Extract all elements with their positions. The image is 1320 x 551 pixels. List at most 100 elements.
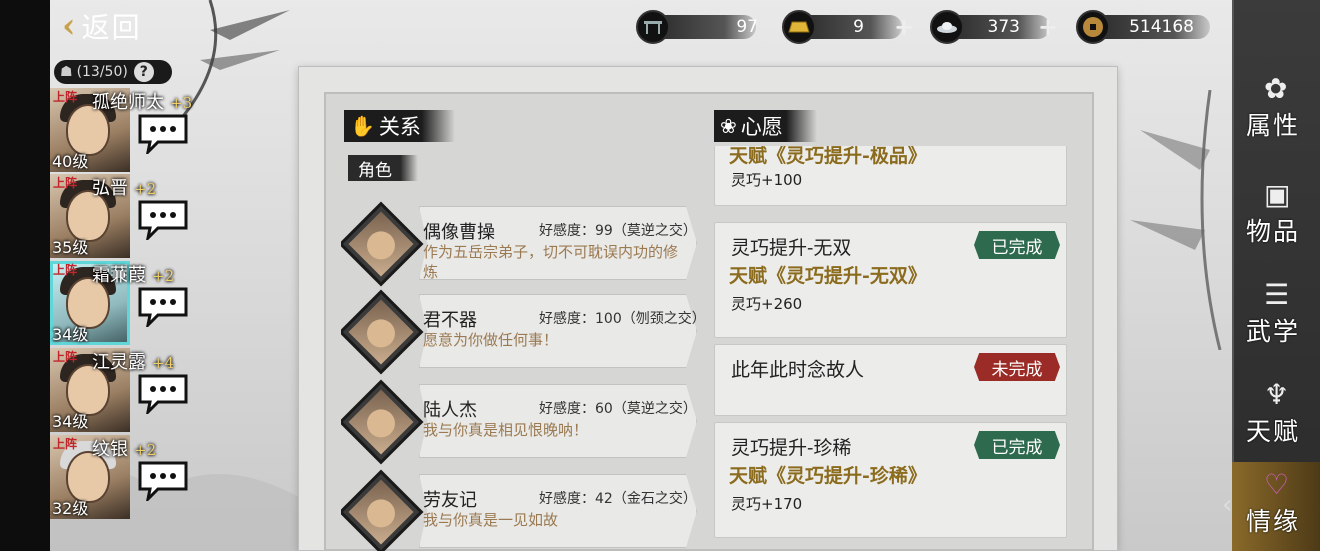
silver-ingot-icon	[930, 10, 964, 44]
menu-label: 物品	[1246, 217, 1301, 246]
onstage-tag: 上阵	[53, 176, 78, 190]
wish-card[interactable]: 灵巧提升-无双 已完成 天赋《灵巧提升-无双》 灵巧+260	[714, 222, 1067, 338]
copper-coin-icon	[1076, 10, 1110, 44]
hero-level: 35级	[52, 238, 89, 257]
chat-bubble-icon[interactable]	[136, 285, 190, 327]
wishes-list[interactable]: 天赋《灵巧提升-极品》 灵巧+100 灵巧提升-无双 已完成 天赋《灵巧提升-无…	[714, 146, 1067, 551]
hero-level: 34级	[52, 325, 89, 344]
relation-message: 我与你真是相见恨晚呐！	[423, 421, 589, 439]
role-tab-label: 角色	[358, 160, 392, 181]
resource-value: 9	[853, 17, 864, 37]
relations-title: 关系	[378, 115, 421, 139]
wish-title: 此年此时念故人	[731, 359, 865, 381]
resource-value: 514168	[1129, 17, 1194, 37]
roster-count-text: (13/50)	[76, 64, 128, 80]
back-button[interactable]: ‹ 返回	[62, 6, 172, 46]
relation-favor: 好感度：99（莫逆之交）	[539, 223, 697, 239]
wish-card[interactable]: 天赋《灵巧提升-极品》 灵巧+100	[714, 146, 1067, 206]
relation-card[interactable]: 偶像曹操 好感度：99（莫逆之交） 作为五岳宗弟子，切不可耽误内功的修炼	[341, 200, 705, 287]
resource-value: 97	[736, 17, 758, 37]
relation-message: 愿意为你做任何事！	[423, 331, 559, 349]
chat-bubble-icon[interactable]	[136, 198, 190, 240]
heart-icon: ♡	[1264, 468, 1290, 501]
wish-attribute: 灵巧+170	[731, 495, 803, 513]
chat-bubble-icon[interactable]	[136, 372, 190, 414]
relations-list[interactable]: 偶像曹操 好感度：99（莫逆之交） 作为五岳宗弟子，切不可耽误内功的修炼 君不器…	[341, 190, 705, 551]
add-silver-button[interactable]: +	[1038, 13, 1058, 41]
hero-level: 40级	[52, 152, 89, 171]
relation-name: 君不器	[423, 310, 477, 331]
status-badge: 未完成	[974, 353, 1060, 381]
menu-affinity[interactable]: ♡ 情缘	[1232, 462, 1320, 551]
menu-talents[interactable]: ♆ 天赋	[1232, 372, 1320, 458]
hero-name: 纹银 +2	[92, 439, 157, 460]
hero-level: 34级	[52, 412, 89, 431]
resource-tables: 97	[636, 10, 758, 44]
relation-card[interactable]: 陆人杰 好感度：60（莫逆之交） 我与你真是相见恨晚呐！	[341, 378, 705, 465]
group-icon: ☗	[60, 64, 73, 80]
wishes-title: 心愿	[740, 115, 783, 139]
menu-label: 情缘	[1246, 507, 1301, 536]
hero-level: 32级	[52, 499, 89, 518]
martial-book-icon: ☰	[1264, 278, 1290, 311]
help-icon[interactable]: ?	[133, 62, 154, 82]
item-box-icon: ▣	[1264, 178, 1291, 211]
relation-avatar	[341, 379, 424, 465]
handshake-icon: ✋	[350, 114, 375, 138]
relation-card[interactable]: 君不器 好感度：100（刎颈之交） 愿意为你做任何事！	[341, 288, 705, 375]
relation-card[interactable]: 劳友记 好感度：42（金石之交） 我与你真是一见如故	[341, 468, 705, 551]
wishes-header: ❀ 心愿	[714, 110, 817, 142]
menu-items[interactable]: ▣ 物品	[1232, 172, 1320, 258]
relation-name: 偶像曹操	[423, 222, 495, 243]
roster-count: ☗ (13/50) ?	[54, 60, 172, 84]
hero-card[interactable]: 上阵 孤绝师太 +3 40级	[50, 88, 195, 174]
table-icon	[636, 10, 670, 44]
hero-name: 孤绝师太 +3	[92, 92, 193, 113]
menu-martial-arts[interactable]: ☰ 武学	[1232, 272, 1320, 358]
attribute-icon: ✿	[1264, 72, 1288, 105]
wish-title: 灵巧提升-珍稀	[731, 437, 852, 459]
lotus-icon: ❀	[720, 114, 737, 138]
chat-bubble-icon[interactable]	[136, 112, 190, 154]
add-gold-button[interactable]: +	[894, 13, 914, 41]
menu-label: 天赋	[1246, 417, 1301, 446]
resource-silver: 373 +	[930, 10, 1070, 44]
onstage-tag: 上阵	[53, 437, 78, 451]
menu-label: 武学	[1246, 317, 1301, 346]
relation-avatar	[341, 289, 424, 375]
relations-header: ✋ 关系	[344, 110, 455, 142]
onstage-tag: 上阵	[53, 90, 78, 104]
ink-bamboo-decor-right	[1130, 90, 1222, 350]
relation-favor: 好感度：60（莫逆之交）	[539, 401, 697, 417]
wish-card[interactable]: 此年此时念故人 未完成	[714, 344, 1067, 416]
gold-bar-icon	[782, 10, 816, 44]
resource-value: 373	[987, 17, 1020, 37]
menu-attributes[interactable]: ✿ 属性	[1232, 66, 1320, 152]
hero-card[interactable]: 上阵 江灵露 +4 34级	[50, 348, 195, 434]
left-border-strip	[0, 0, 50, 551]
relation-name: 劳友记	[423, 490, 477, 511]
back-label: 返回	[81, 11, 142, 44]
status-badge: 已完成	[974, 231, 1060, 259]
wish-title: 灵巧提升-无双	[731, 237, 852, 259]
talent-icon: ♆	[1264, 378, 1290, 411]
chevron-left-icon: ‹	[1222, 490, 1233, 520]
chevron-left-icon: ‹	[62, 6, 76, 46]
wish-reward: 天赋《灵巧提升-珍稀》	[729, 465, 927, 487]
chat-bubble-icon[interactable]	[136, 459, 190, 501]
resource-gold: 9 +	[782, 10, 922, 44]
hero-card[interactable]: 上阵 纹银 +2 32级	[50, 435, 195, 521]
wish-attribute: 灵巧+100	[731, 171, 803, 189]
wish-attribute: 灵巧+260	[731, 295, 803, 313]
relation-message: 作为五岳宗弟子，切不可耽误内功的修炼	[423, 243, 679, 281]
role-tab[interactable]: 角色	[348, 155, 418, 181]
hero-card-selected[interactable]: 上阵 霜蒹葭 +2 34级	[50, 261, 195, 347]
hero-name: 弘晋 +2	[92, 178, 157, 199]
relation-avatar	[341, 201, 424, 287]
hero-card[interactable]: 上阵 弘晋 +2 35级	[50, 174, 195, 260]
wish-reward: 天赋《灵巧提升-极品》	[729, 146, 927, 167]
wish-card[interactable]: 灵巧提升-珍稀 已完成 天赋《灵巧提升-珍稀》 灵巧+170	[714, 422, 1067, 538]
relation-name: 陆人杰	[423, 400, 477, 421]
relation-avatar	[341, 469, 424, 551]
relation-favor: 好感度：42（金石之交）	[539, 491, 697, 507]
